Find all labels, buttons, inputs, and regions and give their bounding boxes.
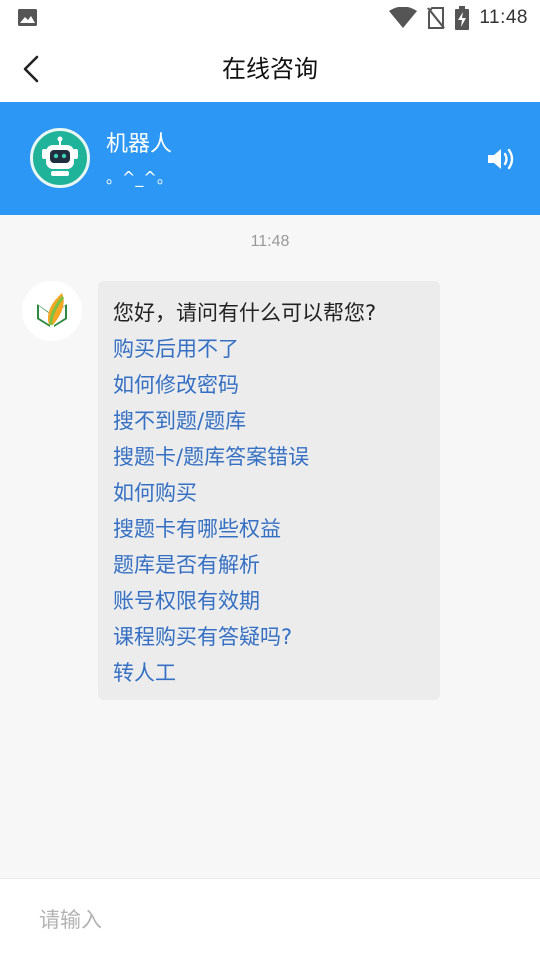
message-input-bar xyxy=(0,878,540,960)
robot-mood: 。^_^。 xyxy=(106,168,173,187)
page-title: 在线咨询 xyxy=(222,55,318,83)
quick-reply-option[interactable]: 如何购买 xyxy=(113,475,440,511)
bot-avatar xyxy=(22,281,82,341)
quick-reply-option[interactable]: 账号权限有效期 xyxy=(113,583,440,619)
status-icons: 11:48 xyxy=(389,0,528,36)
speaker-icon[interactable] xyxy=(486,145,518,173)
status-time: 11:48 xyxy=(479,7,528,28)
message-input[interactable] xyxy=(22,897,518,943)
no-sim-icon xyxy=(427,7,446,29)
chat-area[interactable]: 11:48 您好，请问有什么可以帮您? 购买后用不了 如何修改密码 搜不到题/题… xyxy=(0,215,540,878)
quick-reply-option[interactable]: 搜题卡有哪些权益 xyxy=(113,511,440,547)
image-notification-icon xyxy=(18,9,37,26)
transfer-to-human-option[interactable]: 转人工 xyxy=(113,655,440,691)
robot-banner: 机器人 。^_^。 xyxy=(0,102,540,215)
robot-icon xyxy=(42,136,78,176)
quick-reply-option[interactable]: 搜不到题/题库 xyxy=(113,403,440,439)
quick-reply-option[interactable]: 如何修改密码 xyxy=(113,367,440,403)
greeting-text: 您好，请问有什么可以帮您? xyxy=(113,301,377,325)
quick-reply-option[interactable]: 搜题卡/题库答案错误 xyxy=(113,439,440,475)
leaf-book-logo-icon xyxy=(37,293,67,327)
message-timestamp: 11:48 xyxy=(250,233,290,250)
bot-message-bubble: 您好，请问有什么可以帮您? 购买后用不了 如何修改密码 搜不到题/题库 搜题卡/… xyxy=(98,281,440,700)
app-header: 在线咨询 xyxy=(0,36,540,102)
robot-avatar xyxy=(30,128,90,188)
quick-reply-option[interactable]: 购买后用不了 xyxy=(113,331,440,367)
robot-name: 机器人 xyxy=(106,132,173,157)
wifi-icon xyxy=(389,7,418,28)
quick-reply-option[interactable]: 题库是否有解析 xyxy=(113,547,440,583)
battery-charging-icon xyxy=(455,6,470,30)
status-bar: 11:48 xyxy=(0,0,540,36)
quick-reply-option[interactable]: 课程购买有答疑吗? xyxy=(113,619,440,655)
